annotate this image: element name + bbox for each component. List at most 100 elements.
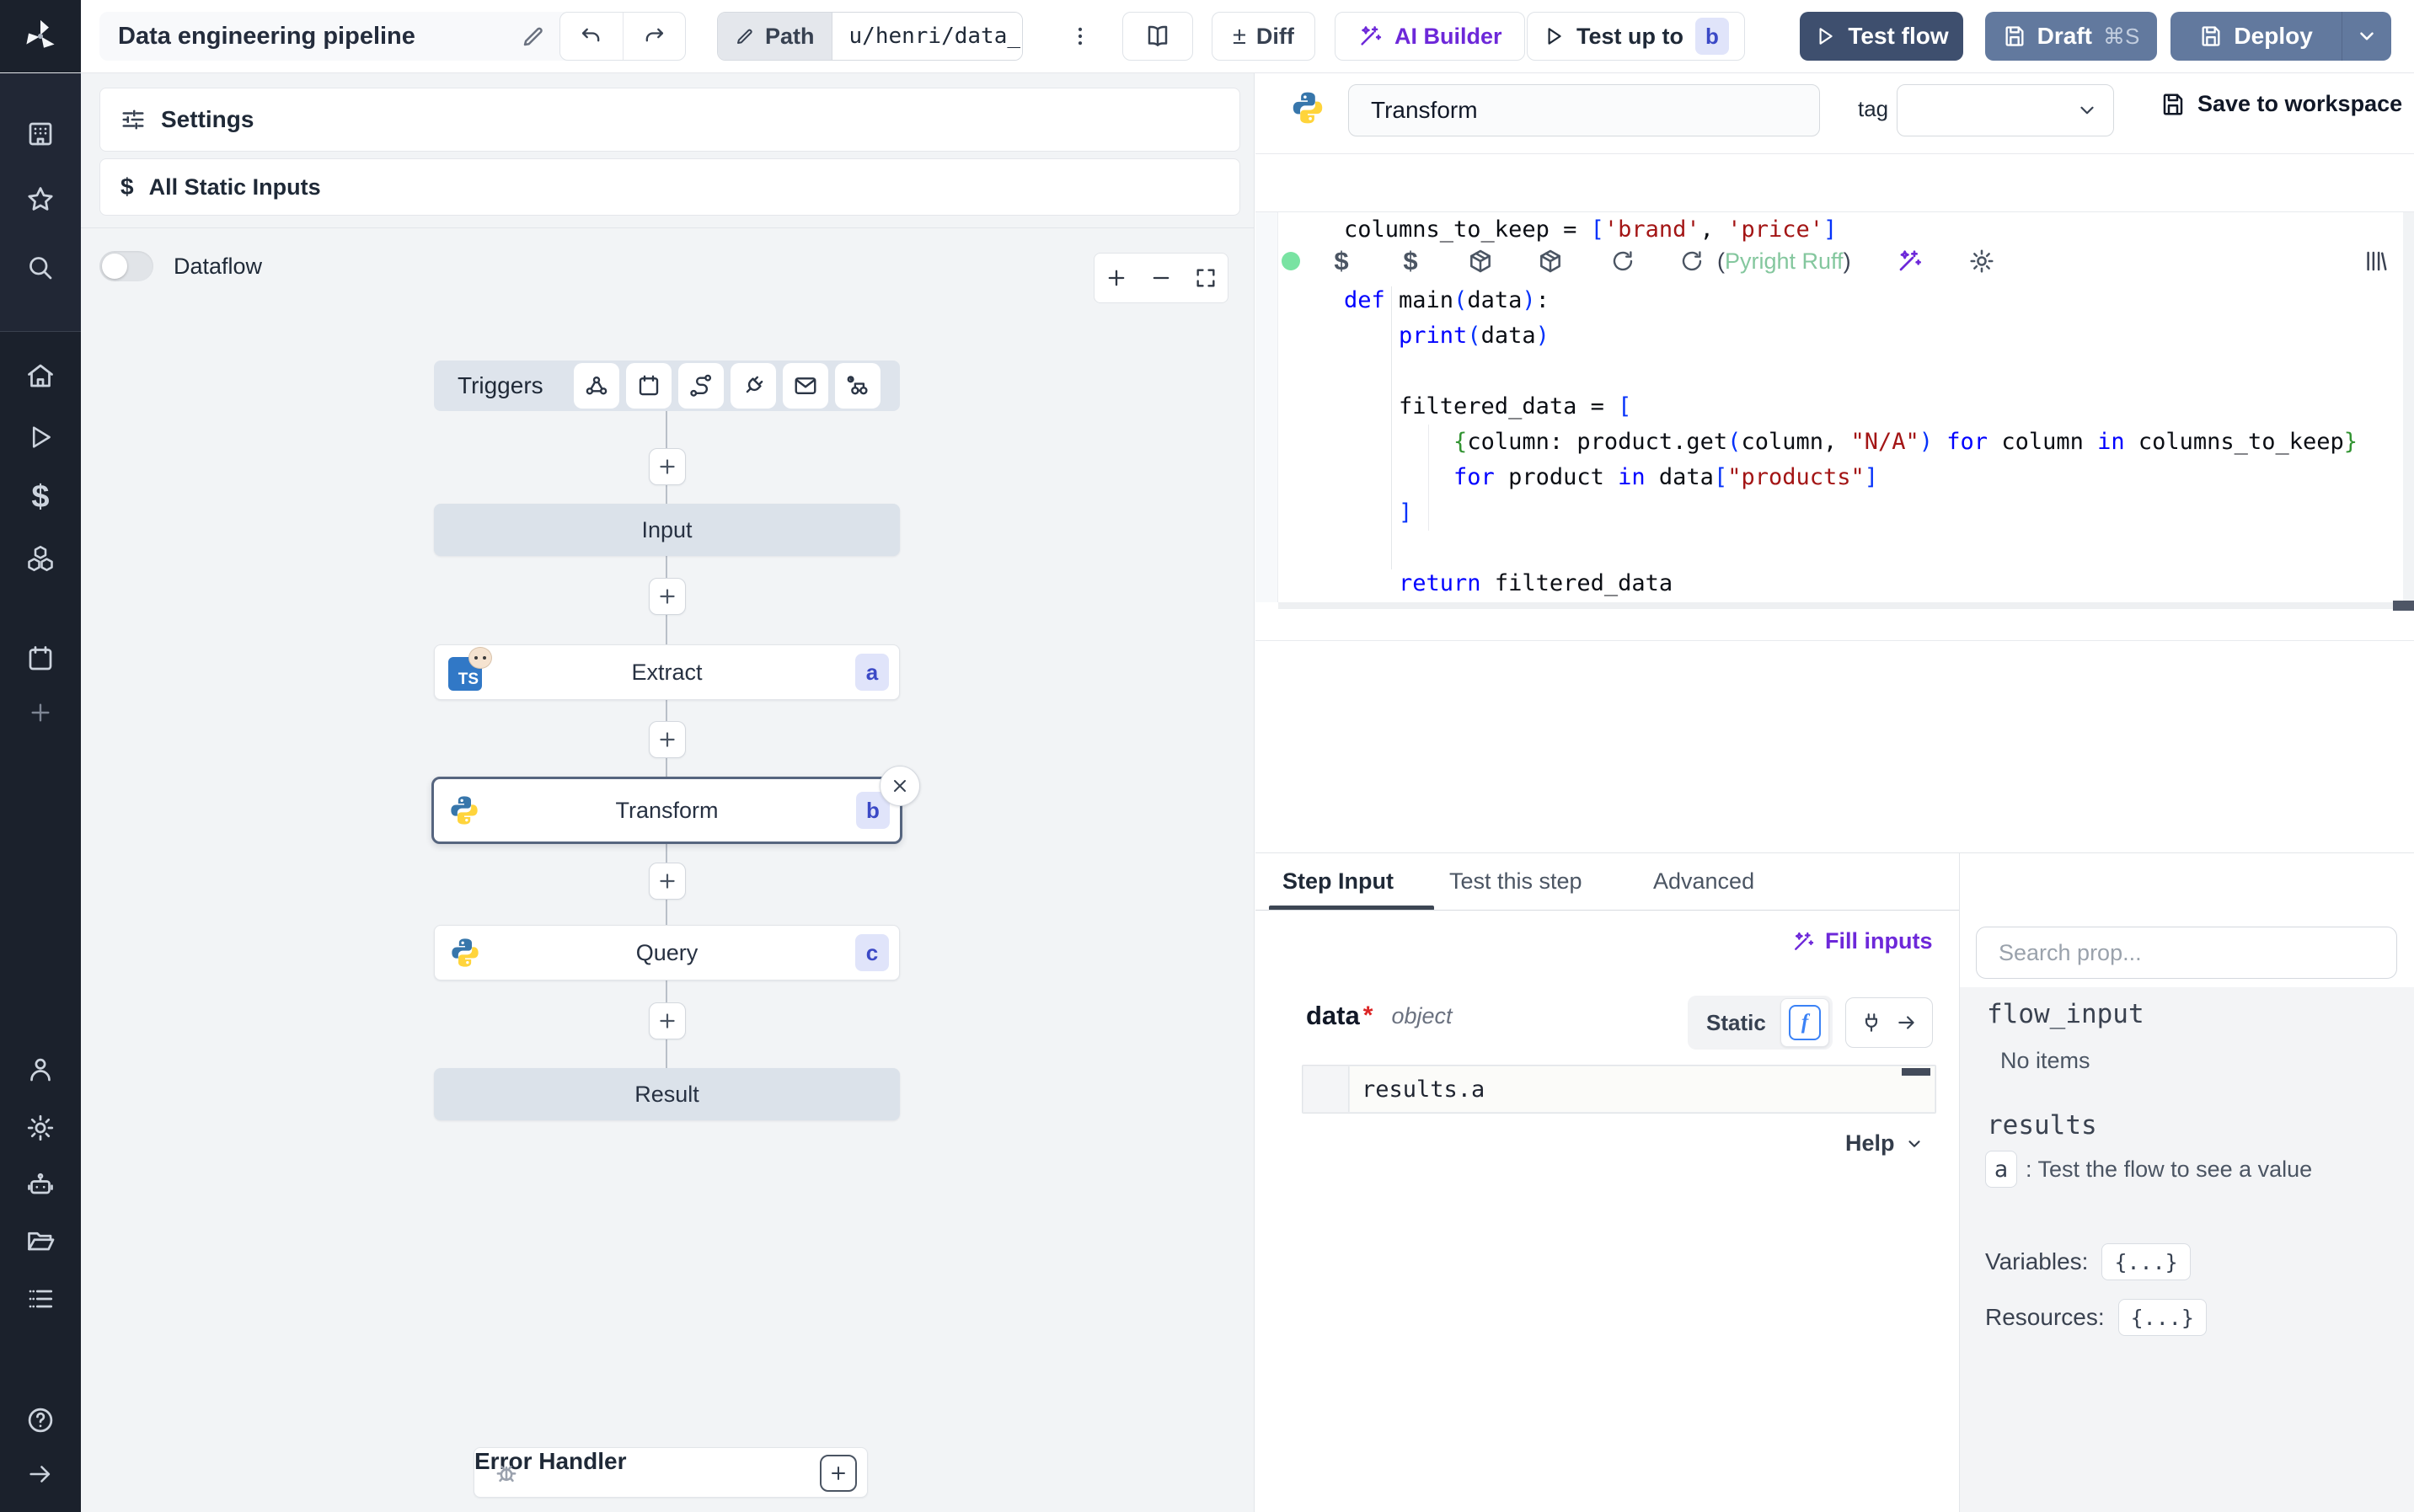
sliders-icon xyxy=(122,110,144,130)
expr-value: results.a xyxy=(1362,1076,1485,1103)
redo-button[interactable] xyxy=(624,13,686,60)
node-result[interactable]: Result xyxy=(434,1068,900,1120)
step-name-value: Transform xyxy=(1371,97,1478,123)
tab-test-this-step[interactable]: Test this step xyxy=(1449,853,1582,909)
triggers-bar[interactable]: Triggers xyxy=(434,361,900,411)
plug-icon[interactable] xyxy=(1860,1012,1882,1034)
sidebar-item-add[interactable] xyxy=(20,694,61,731)
editor-scrollbar-thumb[interactable] xyxy=(2393,601,2414,611)
expr-content[interactable]: results.a xyxy=(1350,1066,1935,1112)
trigger-websocket-button[interactable] xyxy=(730,363,776,409)
library-panel-button[interactable] xyxy=(2361,246,2391,276)
test-flow-button[interactable]: Test flow xyxy=(1800,12,1963,61)
rename-flow-button[interactable] xyxy=(521,24,546,49)
scheduled-poll-icon xyxy=(847,376,868,395)
left-sidebar: $ xyxy=(0,72,81,1512)
prop-variables-row[interactable]: Variables: {...} xyxy=(1985,1243,2191,1280)
expr-editor[interactable]: results.a xyxy=(1302,1065,1936,1114)
add-step-button[interactable] xyxy=(649,448,686,485)
ai-builder-button[interactable]: AI Builder xyxy=(1335,12,1525,61)
sidebar-item-home[interactable] xyxy=(20,357,61,394)
sidebar-item-settings[interactable] xyxy=(20,1109,61,1146)
diff-button[interactable]: ± Diff xyxy=(1212,12,1315,61)
windmill-logo[interactable] xyxy=(0,0,81,72)
test-up-to-button[interactable]: Test up to b xyxy=(1527,12,1745,61)
fit-view-icon[interactable] xyxy=(1194,266,1218,290)
resources-value-badge[interactable]: {...} xyxy=(2117,1299,2207,1336)
node-extract[interactable]: TS Extract a xyxy=(434,644,900,700)
route-icon xyxy=(689,374,711,397)
flow-canvas-panel: Settings $ All Static Inputs Dataflow Tr… xyxy=(81,72,1255,1512)
edit-path-button[interactable]: Path xyxy=(718,13,832,60)
draft-button[interactable]: Draft ⌘S xyxy=(1985,12,2157,61)
docs-button[interactable] xyxy=(1122,12,1193,61)
path-input[interactable]: u/henri/data_ xyxy=(832,13,1022,60)
dataflow-toggle[interactable] xyxy=(99,251,153,281)
sidebar-item-search[interactable] xyxy=(20,249,61,286)
arrow-right-icon[interactable] xyxy=(1896,1012,1918,1034)
sidebar-item-schedules[interactable] xyxy=(20,640,61,677)
node-input[interactable]: Input xyxy=(434,504,900,556)
prop-results[interactable]: results xyxy=(1987,1110,2097,1141)
plus-icon xyxy=(832,1467,845,1480)
deploy-dropdown-button[interactable] xyxy=(2342,12,2391,61)
code-editor[interactable]: columns_to_keep = ['brand', 'price'] def… xyxy=(1344,212,2358,601)
save-to-workspace-button[interactable]: Save to workspace xyxy=(2160,91,2402,117)
result-key-badge[interactable]: a xyxy=(1985,1151,2017,1188)
sidebar-item-workspace[interactable] xyxy=(20,115,61,152)
sidebar-item-folders[interactable] xyxy=(20,1223,61,1260)
step-name-input[interactable]: Transform xyxy=(1348,84,1820,136)
book-icon xyxy=(1148,25,1168,46)
sidebar-item-user[interactable] xyxy=(20,1051,61,1088)
variables-value-badge[interactable]: {...} xyxy=(2101,1243,2191,1280)
test-up-to-step-badge[interactable]: b xyxy=(1694,18,1729,55)
prop-resources-row[interactable]: Resources: {...} xyxy=(1985,1299,2207,1336)
fill-inputs-button[interactable]: Fill inputs xyxy=(1791,928,1933,954)
prop-result-a-row[interactable]: a : Test the flow to see a value xyxy=(1985,1151,2312,1188)
javascript-mode-segment[interactable]: f xyxy=(1780,998,1829,1047)
expr-scrollbar-thumb[interactable] xyxy=(1902,1068,1930,1076)
help-toggle[interactable]: Help xyxy=(1845,1130,1924,1157)
add-step-button[interactable] xyxy=(649,578,686,615)
sidebar-expand-button[interactable] xyxy=(20,1456,61,1493)
sidebar-item-workers[interactable] xyxy=(20,1167,61,1204)
sidebar-item-variables[interactable]: $ xyxy=(20,478,61,516)
error-handler-node[interactable]: Error Handler xyxy=(474,1447,868,1498)
sidebar-item-resources[interactable] xyxy=(20,540,61,577)
tab-advanced[interactable]: Advanced xyxy=(1653,853,1754,909)
flow-settings-button[interactable]: Settings xyxy=(99,88,1240,152)
sidebar-item-logs[interactable] xyxy=(20,1280,61,1317)
sidebar-item-help[interactable] xyxy=(20,1402,61,1439)
sidebar-item-runs[interactable] xyxy=(20,419,61,456)
add-step-button[interactable] xyxy=(649,863,686,900)
tag-select[interactable] xyxy=(1897,84,2114,136)
undo-button[interactable] xyxy=(560,13,624,60)
add-error-handler-button[interactable] xyxy=(820,1455,857,1492)
sidebar-item-favorites[interactable] xyxy=(20,181,61,218)
zoom-in-icon[interactable] xyxy=(1105,266,1128,290)
trigger-http-route-button[interactable] xyxy=(677,363,724,409)
zoom-out-icon[interactable] xyxy=(1149,266,1173,290)
trigger-email-button[interactable] xyxy=(782,363,828,409)
path-label: Path xyxy=(765,23,815,49)
node-query[interactable]: Query c xyxy=(434,925,900,980)
add-step-button[interactable] xyxy=(649,1002,686,1039)
deploy-button[interactable]: Deploy xyxy=(2170,12,2391,61)
more-options-button[interactable] xyxy=(1063,12,1097,61)
python-icon xyxy=(1293,92,1323,124)
cubes-icon xyxy=(28,545,53,572)
static-mode-label[interactable]: Static xyxy=(1706,1010,1766,1036)
trigger-scheduled-poll-button[interactable] xyxy=(834,363,880,409)
close-icon xyxy=(894,780,906,792)
input-mode-toggle[interactable]: Static f xyxy=(1688,996,1833,1050)
flow-settings-label: Settings xyxy=(161,106,254,132)
tab-step-input[interactable]: Step Input xyxy=(1282,853,1394,909)
prop-flow-input[interactable]: flow_input xyxy=(1987,999,2144,1029)
delete-node-button[interactable] xyxy=(880,766,920,806)
all-static-inputs-button[interactable]: $ All Static Inputs xyxy=(99,158,1240,216)
search-prop-input[interactable] xyxy=(1976,927,2397,979)
add-step-button[interactable] xyxy=(649,721,686,758)
node-transform-selected[interactable]: Transform b xyxy=(431,777,902,844)
trigger-schedule-button[interactable] xyxy=(625,363,672,409)
trigger-webhook-button[interactable] xyxy=(573,363,619,409)
